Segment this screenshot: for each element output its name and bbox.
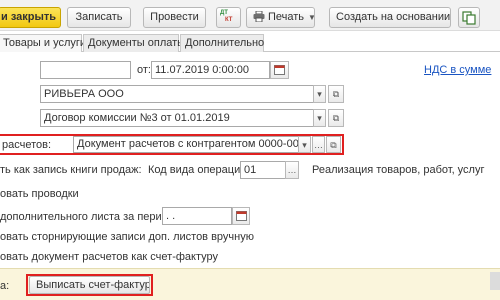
copy-button[interactable] <box>458 7 480 28</box>
printer-icon <box>253 10 265 23</box>
scrollbar-thumb[interactable] <box>490 272 500 290</box>
number-input[interactable] <box>40 61 131 79</box>
settlement-document-input[interactable]: Документ расчетов с контрагентом 0000-00… <box>73 136 299 153</box>
more-icon: … <box>314 140 323 150</box>
open-link-icon: ⧉ <box>332 89 340 99</box>
save-button[interactable]: Записать <box>67 7 131 28</box>
issue-invoice-button[interactable]: Выписать счет-фактуру <box>29 276 150 294</box>
tab-bar: Товары и услуги Документы оплаты Дополни… <box>0 32 500 52</box>
tab-goods-services[interactable]: Товары и услуги <box>0 34 86 52</box>
form-postings-checkbox-label[interactable]: овать проводки <box>0 187 79 201</box>
counterparty-open-button[interactable]: ⧉ <box>328 85 344 103</box>
settlement-dropdown-button[interactable]: ▾ <box>298 136 311 153</box>
operation-code-label: Код вида операции: <box>148 164 250 176</box>
dt-kt-button[interactable]: ДТ КТ <box>216 7 241 28</box>
contract-dropdown-button[interactable]: ▾ <box>313 109 326 127</box>
print-label: Печать <box>268 11 305 23</box>
settlement-select-button[interactable]: … <box>312 136 325 153</box>
period-calendar-button[interactable] <box>232 207 250 225</box>
contract-open-button[interactable]: ⧉ <box>328 109 344 127</box>
additional-sheet-checkbox-label[interactable]: дополнительного листа за период: <box>0 210 177 224</box>
post-and-close-button[interactable]: и закрыть <box>0 7 61 28</box>
calendar-icon <box>235 211 247 221</box>
tab-additional[interactable]: Дополнительно <box>180 34 264 52</box>
tab-payment-documents[interactable]: Документы оплаты <box>83 34 185 52</box>
settlement-label: расчетов: <box>2 139 52 151</box>
create-based-label: Создать на основании <box>336 11 451 23</box>
additional-sheet-period-input[interactable]: . . <box>162 207 232 225</box>
open-link-icon: ⧉ <box>332 113 340 123</box>
operation-code-select-button[interactable]: … <box>285 161 299 179</box>
counterparty-input[interactable]: РИВЬЕРА ООО <box>40 85 314 103</box>
invoice-footer-panel: а: Выписать счет-фактуру <box>0 268 500 300</box>
date-input[interactable]: 11.07.2019 0:00:00 <box>151 61 270 79</box>
print-button[interactable]: Печать▼ <box>246 7 315 28</box>
post-and-close-label: и закрыть <box>1 11 57 23</box>
chevron-down-icon: ▾ <box>317 89 322 99</box>
create-based-on-button[interactable]: Создать на основании▼ <box>329 7 451 28</box>
manual-reversal-checkbox-label[interactable]: овать сторнирующие записи доп. листов вр… <box>0 230 254 244</box>
chevron-down-icon: ▾ <box>302 140 307 150</box>
open-link-icon: ⧉ <box>330 140 337 150</box>
invoice-footer-label: а: <box>0 280 10 292</box>
settlement-open-button[interactable]: ⧉ <box>326 136 341 153</box>
contract-input[interactable]: Договор комиссии №3 от 01.01.2019 <box>40 109 314 127</box>
calendar-button[interactable] <box>270 61 289 79</box>
calendar-icon <box>274 65 285 75</box>
operation-description: Реализация товаров, работ, услуг <box>312 164 485 176</box>
sales-ledger-checkbox-label[interactable]: ть как запись книги продаж: <box>0 163 142 177</box>
chevron-down-icon: ▼ <box>308 13 314 22</box>
chevron-down-icon: ▾ <box>317 113 322 123</box>
more-icon: … <box>287 165 297 175</box>
counterparty-dropdown-button[interactable]: ▾ <box>313 85 326 103</box>
vat-in-amount-link[interactable]: НДС в сумме <box>424 64 491 76</box>
date-prefix-label: от: <box>137 64 151 76</box>
settlement-as-invoice-checkbox-label[interactable]: овать документ расчетов как счет-фактуру <box>0 250 218 264</box>
dt-kt-icon: ДТ КТ <box>220 10 233 23</box>
copy-icon <box>462 11 476 25</box>
post-button[interactable]: Провести <box>143 7 206 28</box>
command-bar: и закрыть Записать Провести ДТ КТ Печать… <box>0 0 500 31</box>
operation-code-input[interactable]: 01 <box>240 161 286 179</box>
